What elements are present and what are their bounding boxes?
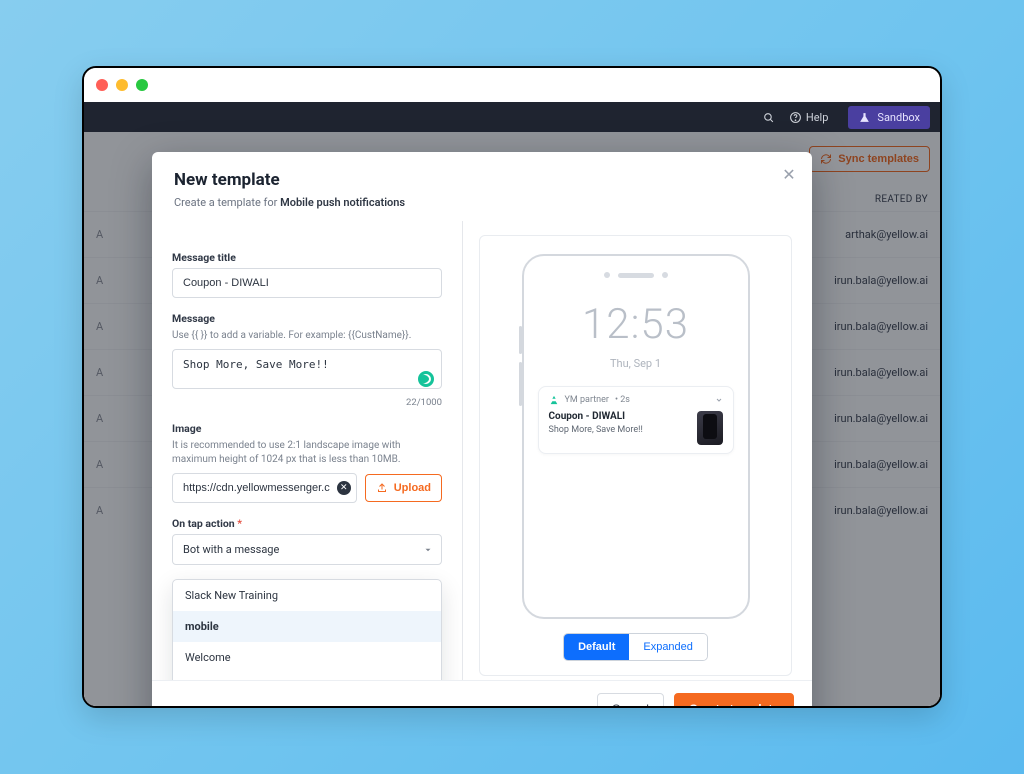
help-label: Help xyxy=(806,111,829,124)
dropdown-option[interactable]: Fallback xyxy=(173,673,441,680)
notif-timestamp: • 2s xyxy=(615,395,630,405)
dropdown-option[interactable]: Welcome xyxy=(173,642,441,673)
grammarly-icon xyxy=(418,371,434,387)
window-close-dot[interactable] xyxy=(96,79,108,91)
phone-clock: 12:53 xyxy=(582,300,689,349)
preview-mode-toggle: Default Expanded xyxy=(563,633,708,661)
modal-close-button[interactable]: ✕ xyxy=(778,164,800,186)
toggle-expanded[interactable]: Expanded xyxy=(629,634,707,660)
mac-titlebar xyxy=(84,68,940,102)
new-template-modal: ✕ New template Create a template for Mob… xyxy=(152,152,812,708)
dropdown-option[interactable]: mobile xyxy=(173,611,441,642)
notif-title: Coupon - DIWALI xyxy=(549,411,643,422)
toggle-default[interactable]: Default xyxy=(564,634,629,660)
modal-title: New template xyxy=(174,170,790,190)
help-link[interactable]: Help xyxy=(789,111,829,124)
dropdown-option[interactable]: Slack New Training xyxy=(173,580,441,611)
modal-subtitle: Create a template for Mobile push notifi… xyxy=(174,196,790,209)
notif-app-name: YM partner xyxy=(565,395,609,405)
notif-message: Shop More, Save More!! xyxy=(549,425,643,435)
sandbox-chip[interactable]: Sandbox xyxy=(848,106,930,129)
upload-label: Upload xyxy=(394,482,431,494)
journey-dropdown: Slack New TrainingmobileWelcomeFallback xyxy=(172,579,442,680)
cancel-button[interactable]: Cancel xyxy=(597,693,664,708)
message-hint: Use {{ }} to add a variable. For example… xyxy=(172,329,442,343)
window-min-dot[interactable] xyxy=(116,79,128,91)
modal-footer: Cancel Create template xyxy=(152,680,812,708)
image-label: Image xyxy=(172,422,442,435)
notification-preview: YM partner • 2s Coupon - DIWALI xyxy=(538,386,734,454)
page-body: Sync templates REATED BY Aarthak@yellow.… xyxy=(84,132,940,706)
image-hint: It is recommended to use 2:1 landscape i… xyxy=(172,439,442,467)
chevron-down-icon xyxy=(715,396,723,404)
phone-mock: 12:53 Thu, Sep 1 YM partner • 2s xyxy=(522,254,750,619)
message-textarea[interactable] xyxy=(172,349,442,389)
phone-date: Thu, Sep 1 xyxy=(610,357,661,370)
preview-column: 12:53 Thu, Sep 1 YM partner • 2s xyxy=(463,221,812,680)
app-logo-icon xyxy=(549,395,559,405)
message-char-count: 22/1000 xyxy=(172,397,442,408)
prev-field-edge xyxy=(172,231,442,241)
upload-icon xyxy=(376,482,388,494)
search-icon[interactable] xyxy=(762,111,775,124)
form-column: Message title Message Use {{ }} to add a… xyxy=(152,221,462,680)
create-template-button[interactable]: Create template xyxy=(674,693,794,708)
modal-header: New template Create a template for Mobil… xyxy=(152,152,812,221)
message-title-input[interactable] xyxy=(172,268,442,298)
upload-button[interactable]: Upload xyxy=(365,474,442,502)
message-title-label: Message title xyxy=(172,251,442,264)
on-tap-label: On tap action * xyxy=(172,517,442,530)
notif-thumbnail xyxy=(697,411,723,445)
app-window: Help Sandbox Sync templates REATED BY Aa… xyxy=(82,66,942,708)
preview-card: 12:53 Thu, Sep 1 YM partner • 2s xyxy=(479,235,792,676)
window-max-dot[interactable] xyxy=(136,79,148,91)
sandbox-label: Sandbox xyxy=(877,111,920,124)
app-topbar: Help Sandbox xyxy=(84,102,940,132)
image-url-input[interactable] xyxy=(172,473,357,503)
clear-image-icon[interactable]: ✕ xyxy=(337,481,351,495)
on-tap-select[interactable]: Bot with a message xyxy=(172,534,442,565)
message-label: Message xyxy=(172,312,442,325)
phone-speaker xyxy=(604,272,668,278)
